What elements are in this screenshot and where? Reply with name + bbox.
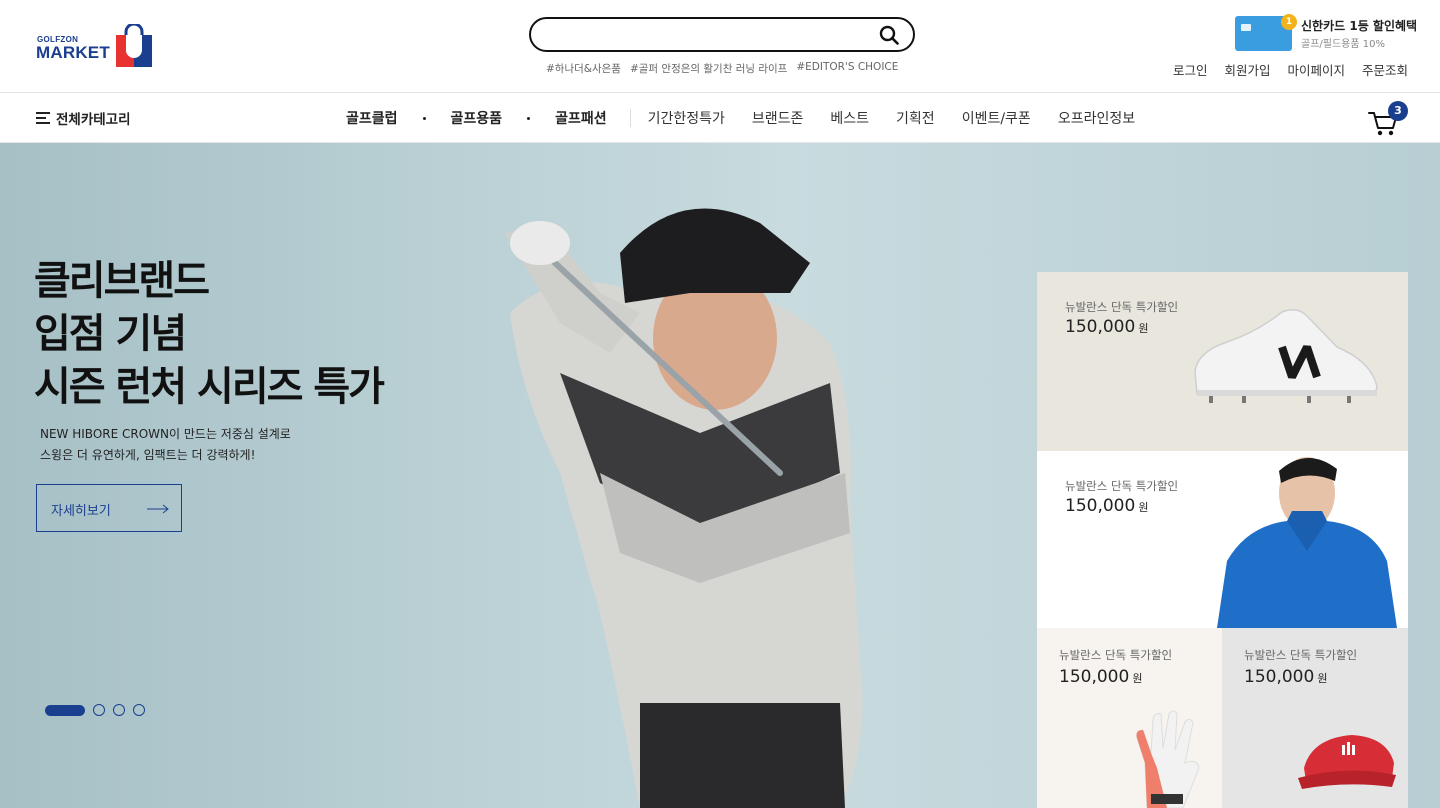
- product-name: 뉴발란스 단독 특가할인: [1065, 300, 1179, 314]
- logo-market-text: MARKET: [36, 43, 110, 62]
- red-visor-image: [1298, 735, 1396, 789]
- nav-item-golf-fashion[interactable]: 골프패션: [555, 108, 607, 128]
- arrow-right-icon: [147, 504, 169, 514]
- promo-rank-badge: 1: [1281, 14, 1297, 30]
- nav-item-offline-info[interactable]: 오프라인정보: [1058, 108, 1135, 128]
- category-menu: 골프클럽 골프용품 골프패션 기간한정특가 브랜드존 베스트 기획전 이벤트/쿠…: [346, 108, 1162, 128]
- product-name: 뉴발란스 단독 특가할인: [1244, 648, 1358, 662]
- main-nav: 전체카테고리 골프클럽 골프용품 골프패션 기간한정특가 브랜드존 베스트 기획…: [0, 92, 1440, 143]
- slide-dot[interactable]: [93, 704, 105, 716]
- nav-item-exhibition[interactable]: 기획전: [896, 108, 935, 128]
- product-name: 뉴발란스 단독 특가할인: [1065, 479, 1179, 493]
- signup-link[interactable]: 회원가입: [1224, 60, 1270, 79]
- nav-divider-dot: [422, 116, 426, 120]
- nav-divider: [629, 109, 631, 127]
- product-promo-panel: 뉴발란스 단독 특가할인 150,000 원 뉴발란스 단독 특가할인 150,0…: [1037, 272, 1408, 808]
- all-categories-button[interactable]: 전체카테고리: [36, 108, 131, 128]
- promo-title: 신한카드 1등 할인혜택: [1301, 19, 1418, 33]
- golfzon-market-logo[interactable]: GOLFZON MARKET: [36, 24, 156, 70]
- view-details-button[interactable]: 자세히보기: [36, 484, 182, 532]
- card-promo-banner[interactable]: 1 신한카드 1등 할인혜택 골프/필드용품 10%: [1235, 14, 1418, 54]
- slide-pagination: [45, 704, 145, 716]
- order-lookup-link[interactable]: 주문조회: [1362, 60, 1408, 79]
- nav-item-limited-deal[interactable]: 기간한정특가: [648, 108, 725, 128]
- hashtag-links: #하나더&사은품 #골퍼 안정은의 활기찬 러닝 라이프 #EDITOR'S C…: [546, 61, 898, 76]
- cart-count-badge: 3: [1388, 101, 1408, 121]
- slide-dot-active[interactable]: [45, 704, 85, 716]
- hero-title-line: 시즌 런처 시리즈 특가: [34, 364, 385, 410]
- slide-dot[interactable]: [113, 704, 125, 716]
- hashtag-link[interactable]: #골퍼 안정은의 활기찬 러닝 라이프: [630, 61, 787, 76]
- hero-banner: 클리브랜드 입점 기념 시즌 런처 시리즈 특가 NEW HIBORE CROW…: [0, 143, 1440, 808]
- hero-desc-line: 스윙은 더 유연하게, 임팩트는 더 강력하게!: [40, 448, 256, 462]
- nav-item-golf-club[interactable]: 골프클럽: [346, 108, 398, 128]
- product-price: 150,000 원: [1244, 667, 1328, 687]
- search-box: [529, 17, 915, 52]
- product-price: 150,000 원: [1065, 317, 1149, 337]
- white-cleat-shoe-image: [1194, 309, 1378, 403]
- promo-subtitle: 골프/필드용품 10%: [1301, 39, 1385, 50]
- view-details-label: 자세히보기: [51, 504, 111, 519]
- product-card[interactable]: 뉴발란스 단독 특가할인 150,000 원: [1037, 628, 1222, 808]
- product-card[interactable]: 뉴발란스 단독 특가할인 150,000 원: [1037, 272, 1408, 451]
- hero-title: 클리브랜드 입점 기념 시즌 런처 시리즈 특가: [34, 255, 385, 414]
- slide-dot[interactable]: [133, 704, 145, 716]
- mypage-link[interactable]: 마이페이지: [1287, 60, 1345, 79]
- blue-jacket-model-image: [1217, 457, 1397, 628]
- product-card[interactable]: 뉴발란스 단독 특가할인 150,000 원: [1037, 451, 1408, 628]
- nav-divider-dot: [527, 116, 531, 120]
- nav-item-event-coupon[interactable]: 이벤트/쿠폰: [962, 108, 1031, 128]
- golf-glove-image: [1136, 710, 1200, 808]
- credit-card-icon: 1: [1235, 14, 1297, 51]
- top-header: GOLFZON MARKET #하나더&사은품 #골퍼 안정은의 활기찬 러닝 …: [0, 0, 1440, 92]
- shopping-bag-icon: [116, 24, 152, 67]
- product-price: 150,000 원: [1059, 667, 1143, 687]
- nav-item-brand-zone[interactable]: 브랜드존: [752, 108, 804, 128]
- product-price: 150,000 원: [1065, 496, 1149, 516]
- product-name: 뉴발란스 단독 특가할인: [1059, 648, 1173, 662]
- search-input[interactable]: [547, 25, 867, 45]
- nav-item-golf-goods[interactable]: 골프용품: [451, 108, 503, 128]
- cart-button[interactable]: 3: [1367, 101, 1409, 136]
- search-icon[interactable]: [879, 25, 899, 45]
- menu-icon: [36, 112, 50, 124]
- hero-title-line: 입점 기념: [34, 311, 187, 357]
- nav-item-best[interactable]: 베스트: [830, 108, 869, 128]
- hero-title-line: 클리브랜드: [34, 258, 210, 304]
- utility-links: 로그인 회원가입 마이페이지 주문조회: [1173, 60, 1408, 79]
- hero-description: NEW HIBORE CROWN이 만드는 저중심 설계로 스윙은 더 유연하게…: [40, 424, 291, 466]
- product-card[interactable]: 뉴발란스 단독 특가할인 150,000 원: [1222, 628, 1408, 808]
- login-link[interactable]: 로그인: [1173, 60, 1208, 79]
- hashtag-link[interactable]: #EDITOR'S CHOICE: [796, 61, 898, 76]
- hashtag-link[interactable]: #하나더&사은품: [546, 61, 621, 76]
- hero-desc-line: NEW HIBORE CROWN이 만드는 저중심 설계로: [40, 427, 291, 441]
- all-categories-label: 전체카테고리: [56, 112, 131, 128]
